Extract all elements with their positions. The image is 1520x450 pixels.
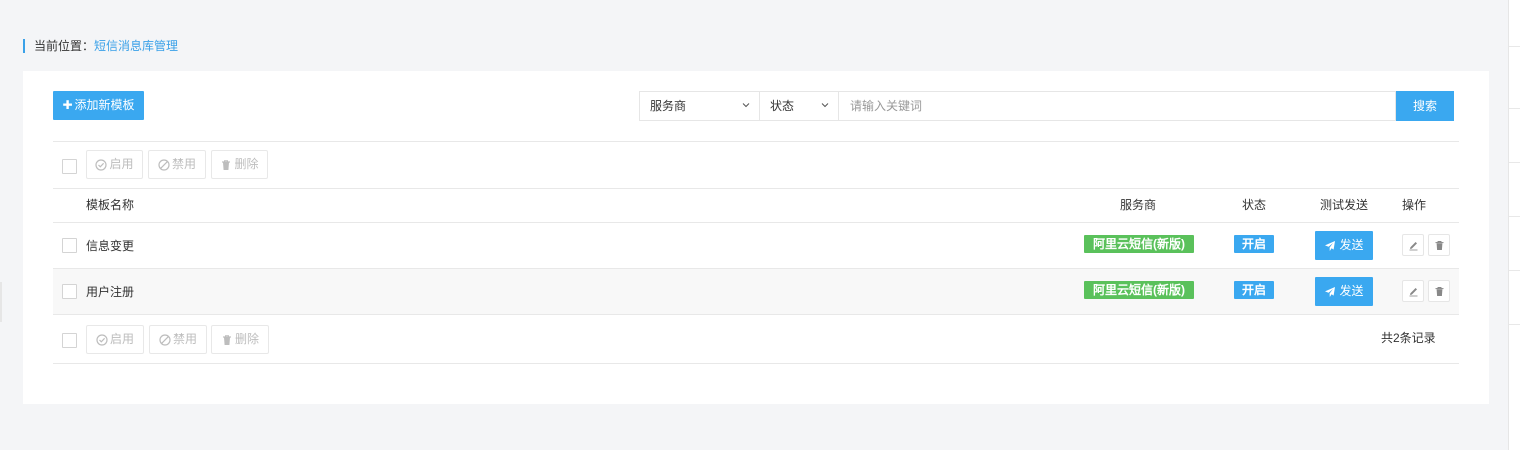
- plus-icon: ✚: [62, 98, 73, 112]
- disable-button[interactable]: 禁用: [149, 325, 207, 354]
- provider-select[interactable]: 服务商: [639, 91, 760, 121]
- trash-icon: [1435, 286, 1443, 296]
- breadcrumb-prefix: 当前位置：: [34, 39, 95, 53]
- header-actions: 操作: [1402, 198, 1427, 212]
- trash-icon: [222, 159, 231, 170]
- divider: [53, 141, 1459, 142]
- delete-label: 删除: [234, 332, 259, 346]
- delete-row-button[interactable]: [1428, 234, 1450, 256]
- right-side-panel: [1508, 0, 1520, 450]
- check-circle-icon: [96, 333, 108, 346]
- template-panel: ✚添加新模板 服务商 状态 搜索 启用 禁用 删除 模板名称 服务商 状态 测试…: [23, 71, 1489, 404]
- pencil-icon: [1409, 287, 1417, 296]
- ban-icon: [159, 333, 171, 346]
- edit-button[interactable]: [1402, 280, 1424, 302]
- header-status: 状态: [1242, 198, 1267, 212]
- delete-button[interactable]: 删除: [211, 325, 269, 354]
- send-label: 发送: [1339, 284, 1364, 298]
- provider-select-value: 服务商: [650, 99, 687, 113]
- send-test-button[interactable]: 发送: [1315, 277, 1373, 306]
- status-badge: 开启: [1234, 235, 1274, 253]
- breadcrumb-current[interactable]: 短信消息库管理: [94, 39, 178, 53]
- trash-icon: [1435, 240, 1443, 250]
- disable-label: 禁用: [171, 157, 196, 171]
- divider: [53, 188, 1459, 189]
- provider-badge: 阿里云短信(新版): [1084, 235, 1194, 253]
- provider-badge: 阿里云短信(新版): [1084, 281, 1194, 299]
- header-provider: 服务商: [1120, 198, 1157, 212]
- row-checkbox[interactable]: [62, 284, 77, 299]
- delete-row-button[interactable]: [1428, 280, 1450, 302]
- status-select[interactable]: 状态: [759, 91, 839, 121]
- check-circle-icon: [95, 158, 108, 171]
- enable-label: 启用: [109, 157, 134, 171]
- enable-button[interactable]: 启用: [86, 325, 144, 354]
- template-name: 用户注册: [86, 285, 135, 299]
- left-edge-marker: [0, 282, 2, 322]
- disable-button[interactable]: 禁用: [148, 150, 206, 179]
- divider: [53, 314, 1459, 315]
- add-template-button[interactable]: ✚ 添加新模板: [53, 91, 144, 120]
- chevron-down-icon: [742, 103, 750, 108]
- select-all-checkbox-bottom[interactable]: [62, 333, 77, 348]
- header-template-name: 模板名称: [86, 198, 135, 212]
- search-button[interactable]: 搜索: [1396, 91, 1454, 121]
- paper-plane-icon: [1325, 240, 1336, 251]
- send-label: 发送: [1339, 238, 1364, 252]
- paper-plane-icon: [1325, 286, 1336, 297]
- total-records: 共2条记录: [1381, 331, 1436, 345]
- pencil-icon: [1409, 241, 1417, 250]
- status-select-value: 状态: [770, 99, 795, 113]
- enable-label: 启用: [109, 332, 134, 346]
- chevron-down-icon: [821, 103, 829, 108]
- row-checkbox[interactable]: [62, 238, 77, 253]
- delete-button[interactable]: 删除: [211, 150, 268, 179]
- disable-label: 禁用: [172, 332, 197, 346]
- trash-icon: [222, 334, 231, 345]
- template-name: 信息变更: [86, 239, 135, 253]
- ban-icon: [158, 158, 170, 171]
- header-test-send: 测试发送: [1320, 198, 1369, 212]
- send-test-button[interactable]: 发送: [1315, 231, 1373, 260]
- keyword-search-input[interactable]: [838, 91, 1396, 121]
- select-all-checkbox[interactable]: [62, 159, 77, 174]
- enable-button[interactable]: 启用: [86, 150, 143, 179]
- status-badge: 开启: [1234, 281, 1274, 299]
- edit-button[interactable]: [1402, 234, 1424, 256]
- delete-label: 删除: [234, 157, 259, 171]
- divider: [53, 363, 1459, 364]
- add-template-label: 添加新模板: [74, 98, 135, 112]
- breadcrumb: 当前位置：短信消息库管理: [23, 39, 178, 53]
